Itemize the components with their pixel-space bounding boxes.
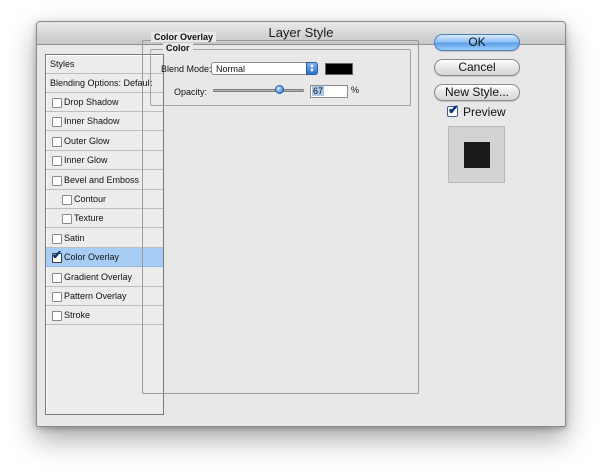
blend-mode-select[interactable]: Normal ▲ ▼: [211, 62, 318, 75]
layer-style-dialog: Layer Style Styles Blending Options: Def…: [36, 21, 566, 427]
preview-swatch: [464, 142, 490, 168]
opacity-unit: %: [351, 85, 360, 95]
opacity-value: 67: [312, 86, 325, 96]
blend-mode-value: Normal: [216, 64, 246, 74]
preview-thumbnail: [448, 126, 505, 183]
overlay-color-swatch[interactable]: [325, 63, 353, 75]
preview-checkbox[interactable]: ✔: [447, 102, 459, 117]
color-subgroup-title: Color: [163, 43, 193, 53]
ok-button[interactable]: OK: [434, 34, 520, 51]
color-subgroup: [150, 49, 411, 106]
opacity-input[interactable]: 67: [310, 85, 348, 98]
opacity-slider-track[interactable]: [213, 89, 304, 92]
dialog-content: Color Overlay Color Blend Mode: Normal ▲…: [37, 22, 565, 426]
new-style-button[interactable]: New Style...: [434, 84, 520, 101]
cancel-button[interactable]: Cancel: [434, 59, 520, 76]
preview-label: Preview: [463, 105, 506, 119]
color-overlay-title: Color Overlay: [151, 32, 217, 42]
opacity-slider-thumb[interactable]: [275, 85, 284, 94]
opacity-label: Opacity:: [174, 87, 208, 97]
select-arrows-icon: ▲ ▼: [306, 62, 318, 75]
checkmark-icon: ✔: [448, 102, 459, 117]
blend-mode-label: Blend Mode:: [161, 64, 212, 74]
